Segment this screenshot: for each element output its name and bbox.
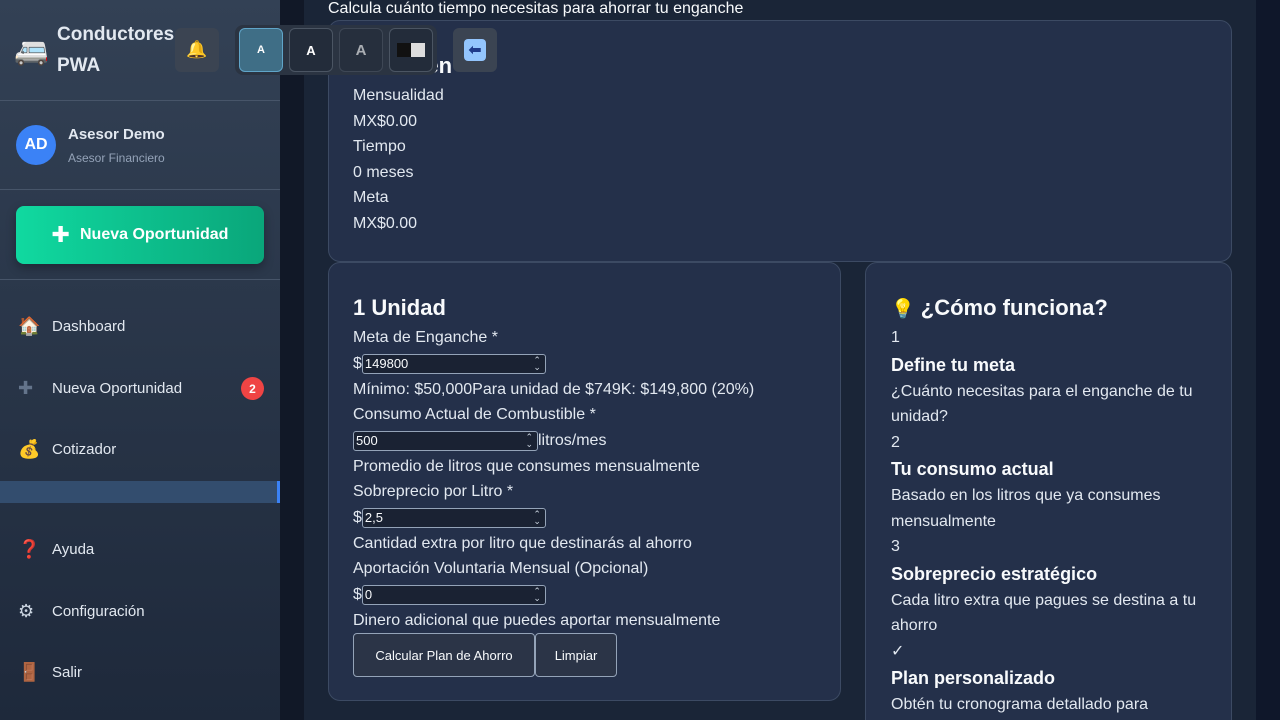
user-name: Asesor Demo <box>68 125 165 143</box>
mensualidad-value: MX$0.00 <box>353 112 418 130</box>
meta-help: Mínimo: $50,000Para unidad de $749K: $14… <box>353 380 755 398</box>
app-title: Conductores PWA <box>57 24 175 76</box>
spinner-icon[interactable]: ⌃ ⌄ <box>525 432 533 448</box>
new-opportunity-button[interactable]: ✚ Nueva Oportunidad <box>16 205 264 264</box>
font-small-button[interactable]: A <box>239 28 283 72</box>
gutter <box>280 0 304 720</box>
currency-symbol: $ <box>353 508 362 526</box>
back-arrow-icon: ⬅ <box>464 39 486 61</box>
font-large-button[interactable]: A <box>339 28 383 72</box>
sobreprecio-help: Cantidad extra por litro que destinarás … <box>353 534 692 552</box>
sobreprecio-label: Sobreprecio por Litro * <box>353 483 514 500</box>
spinner-icon[interactable]: ⌃ ⌄ <box>533 586 541 602</box>
aportacion-input[interactable]: 0 ⌃ ⌄ <box>361 584 546 605</box>
meta-enganche-label: Meta de Enganche * <box>353 329 498 346</box>
calculate-plan-button[interactable]: Calcular Plan de Ahorro <box>353 633 535 677</box>
plus-icon: ✚ <box>51 221 70 247</box>
sidebar-item-help[interactable]: ❓ Ayuda <box>0 529 280 569</box>
sidebar-item-logout[interactable]: 🚪 Salir <box>0 652 280 692</box>
consumo-unit: litros/mes <box>538 431 607 449</box>
user-role: Asesor Financiero <box>68 150 165 165</box>
step-desc: Cada litro extra que pagues se destina a… <box>891 591 1197 635</box>
consumo-label: Consumo Actual de Combustible * <box>353 406 596 423</box>
step-title: Define tu meta <box>891 354 1016 375</box>
consumo-help: Promedio de litros que consumes mensualm… <box>353 457 700 475</box>
sobreprecio-value: 2,5 <box>364 510 383 525</box>
consumo-value: 500 <box>356 433 378 448</box>
tiempo-value: 0 meses <box>353 163 414 181</box>
new-opportunity-label: Nueva Oportunidad <box>79 225 229 243</box>
sidebar-item-active[interactable] <box>0 481 280 503</box>
plus-icon: ✚ <box>18 377 34 398</box>
user-panel: AD Asesor Demo Asesor Financiero <box>0 101 280 190</box>
how-it-works-title: 💡 ¿Cómo funciona? <box>891 295 1211 321</box>
step-desc: Basado en los litros que ya consumes men… <box>891 487 1161 530</box>
clear-button[interactable]: Limpiar <box>535 633 617 677</box>
house-icon: 🏠 <box>18 315 41 336</box>
meta-enganche-value: 149800 <box>364 356 409 371</box>
sidebar-item-new-opportunity[interactable]: ✚ Nueva Oportunidad 2 <box>0 368 280 408</box>
sidebar-item-label: Cotizador <box>52 440 117 458</box>
sidebar-item-label: Ayuda <box>52 540 95 558</box>
door-icon: 🚪 <box>18 661 41 682</box>
step-title: Plan personalizado <box>891 668 1056 688</box>
contrast-button[interactable] <box>389 28 433 72</box>
sidebar-item-label: Nueva Oportunidad <box>52 379 183 397</box>
step-title: Tu consumo actual <box>891 459 1054 479</box>
how-it-works-card: 💡 ¿Cómo funciona? 1 Define tu meta ¿Cuán… <box>865 262 1232 720</box>
sidebar-item-cotizador[interactable]: 💰 Cotizador <box>0 429 280 469</box>
aportacion-value: 0 <box>364 587 373 602</box>
step-desc: Obtén tu cronograma detallado para <box>891 696 1149 713</box>
question-icon: ❓ <box>18 538 41 559</box>
meta-value: MX$0.00 <box>353 214 418 232</box>
sidebar-item-settings[interactable]: ⚙ Configuración <box>0 591 280 631</box>
mensualidad-label: Mensualidad <box>353 87 444 104</box>
step-number: 1 <box>891 329 900 346</box>
step-desc: ¿Cuánto necesitas para el enganche de tu… <box>891 382 1193 426</box>
step-title: Sobreprecio estratégico <box>891 563 1098 584</box>
sidebar-item-label: Salir <box>52 663 83 681</box>
savings-form-card: 1 Unidad Meta de Enganche * $ 149800 ⌃ ⌄ … <box>328 262 841 701</box>
aportacion-label: Aportación Voluntaria Mensual (Opcional) <box>353 560 649 577</box>
contrast-icon <box>397 43 425 57</box>
money-bag-icon: 💰 <box>18 438 41 459</box>
sidebar-item-dashboard[interactable]: 🏠 Dashboard <box>0 306 280 346</box>
meta-label: Meta <box>353 189 389 206</box>
form-title: 1 Unidad <box>353 295 446 320</box>
font-medium-button[interactable]: A <box>289 28 333 72</box>
aportacion-help: Dinero adicional que puedes aportar mens… <box>353 611 721 629</box>
gear-icon: ⚙ <box>18 600 35 621</box>
back-button[interactable]: ⬅ <box>453 28 497 72</box>
page-subtitle: Calcula cuánto tiempo necesitas para aho… <box>328 0 744 17</box>
sidebar: 🚐 Conductores PWA AD Asesor Demo Asesor … <box>0 0 280 720</box>
avatar: AD <box>16 125 56 165</box>
how-it-works-title-text: ¿Cómo funciona? <box>920 295 1108 320</box>
sobreprecio-input[interactable]: 2,5 ⌃ ⌄ <box>361 507 546 528</box>
notification-badge: 2 <box>241 377 264 400</box>
currency-symbol: $ <box>353 585 362 603</box>
notifications-button[interactable]: 🔔 <box>175 28 219 72</box>
spinner-icon[interactable]: ⌃ ⌄ <box>533 509 541 525</box>
step-number: 2 <box>891 433 900 451</box>
consumo-input[interactable]: 500 ⌃ ⌄ <box>353 430 538 451</box>
step-number: 3 <box>891 538 900 555</box>
meta-enganche-input[interactable]: 149800 ⌃ ⌄ <box>361 353 546 374</box>
van-icon: 🚐 <box>14 34 49 66</box>
step-check-icon: ✓ <box>891 642 905 660</box>
sidebar-item-label: Configuración <box>52 602 145 620</box>
sidebar-item-label: Dashboard <box>52 317 126 335</box>
currency-symbol: $ <box>353 354 362 372</box>
lightbulb-icon: 💡 <box>891 299 915 320</box>
spinner-icon[interactable]: ⌃ ⌄ <box>533 355 541 371</box>
bell-icon: 🔔 <box>186 40 208 59</box>
tiempo-label: Tiempo <box>353 138 406 155</box>
